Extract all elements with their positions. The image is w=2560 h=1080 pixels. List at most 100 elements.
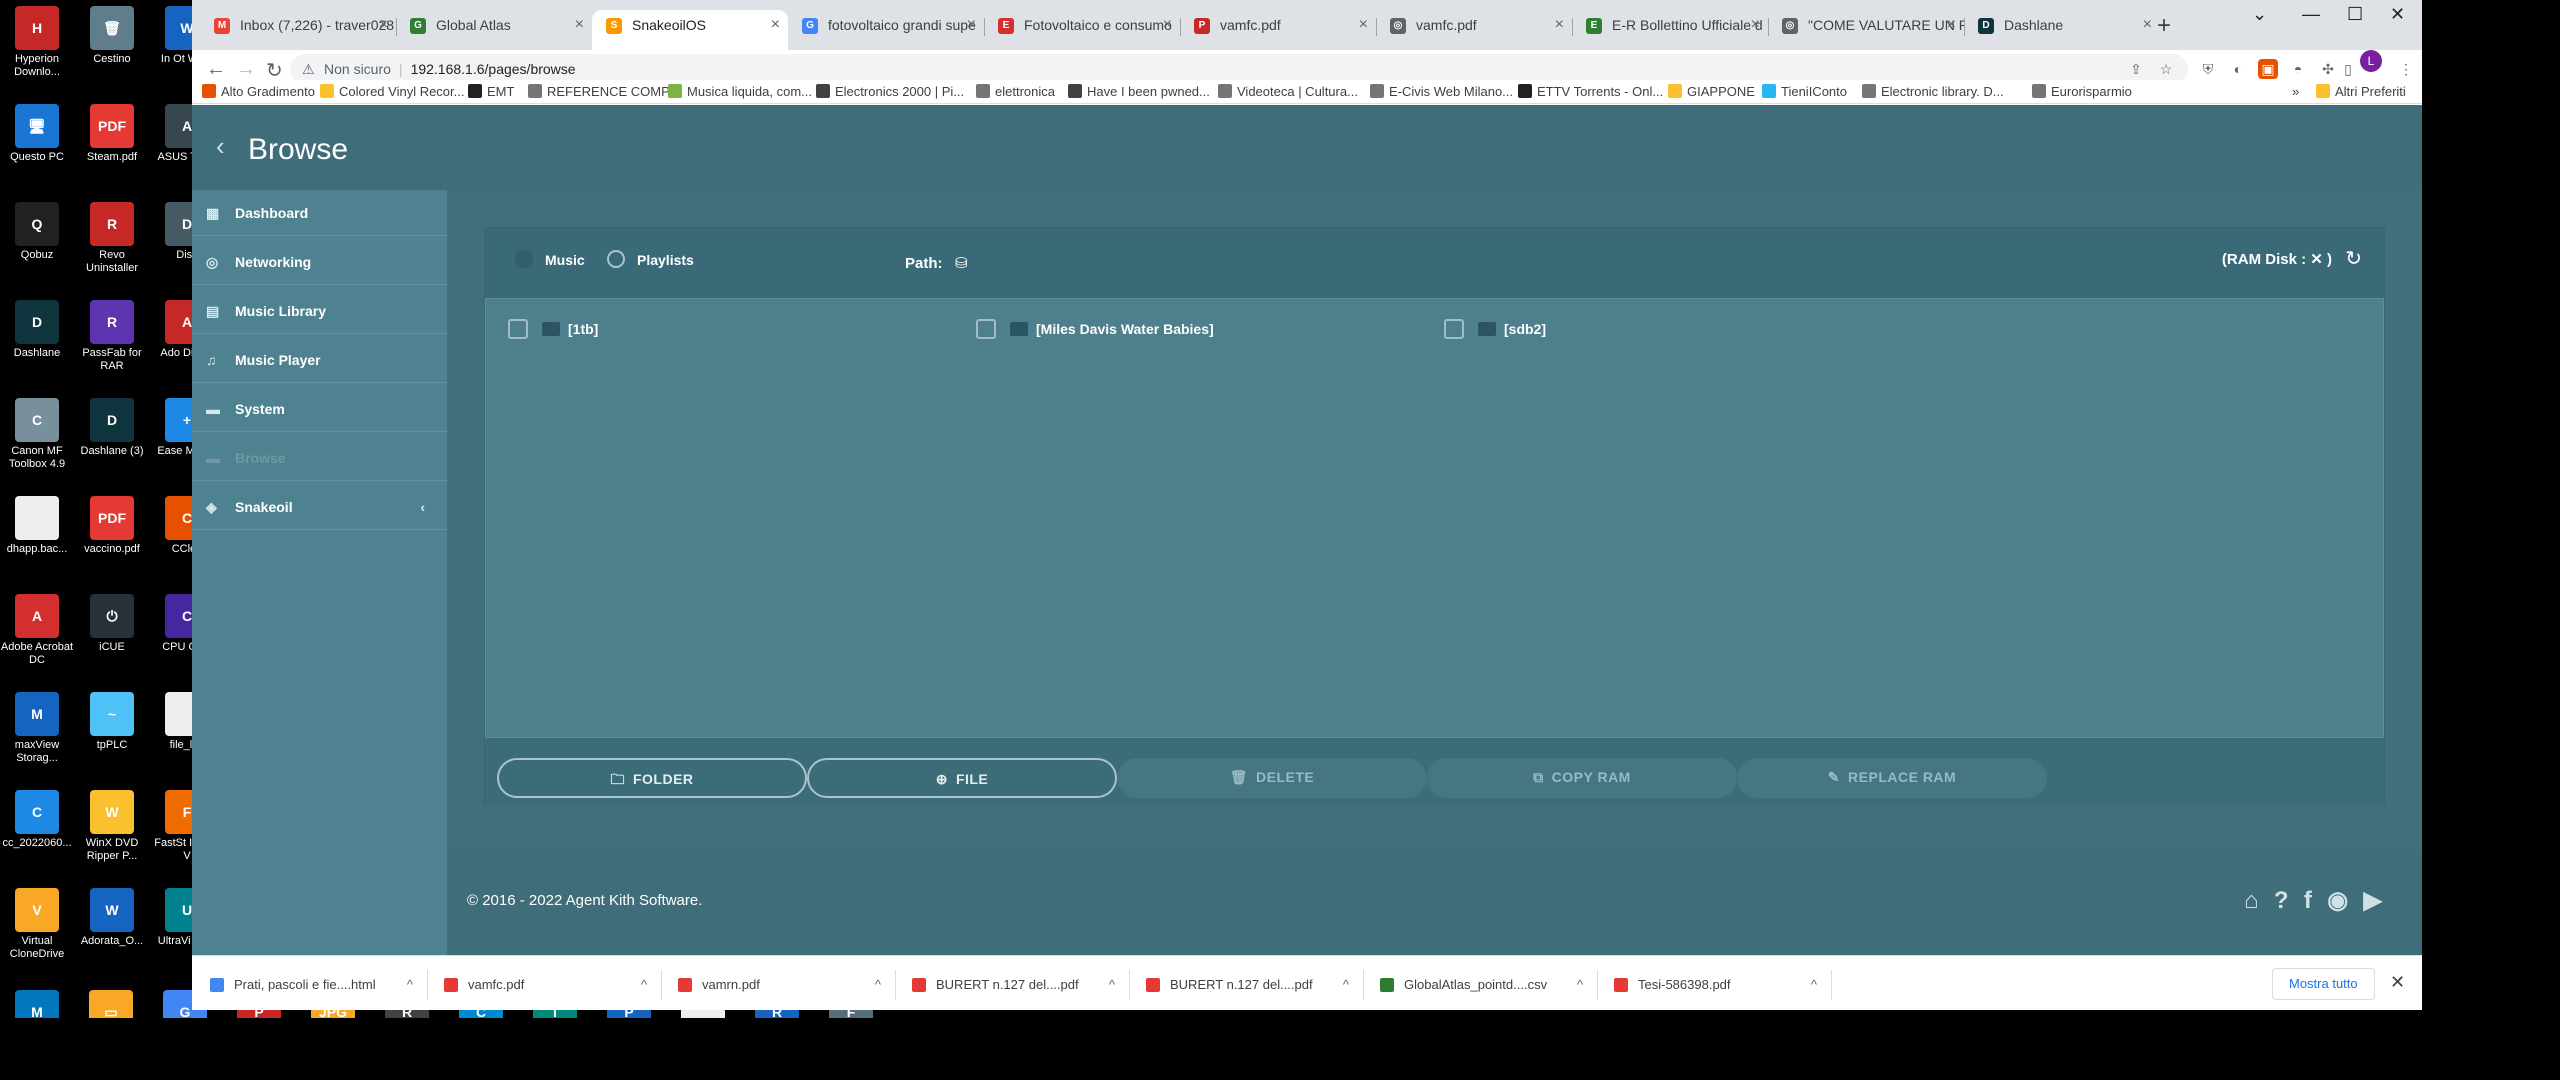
chevron-up-icon[interactable]: ^ [1109, 970, 1115, 1000]
close-tab-icon[interactable]: × [771, 10, 780, 40]
bookmark-item[interactable]: ETTV Torrents - Onl... [1518, 84, 1663, 99]
browser-tab[interactable]: E Fotovoltaico e consumo × [984, 10, 1180, 50]
tab-search-icon[interactable]: ⌄ [2252, 4, 2267, 25]
bookmark-item[interactable]: Colored Vinyl Recor... [320, 84, 465, 99]
bookmark-item[interactable]: GIAPPONE [1668, 84, 1755, 99]
desktop-icon[interactable]: W Adorata_O... [75, 888, 149, 948]
browser-tab[interactable]: ◎ "COME VALUTARE UN PI × [1768, 10, 1964, 50]
desktop-icon[interactable]: R Revo Uninstaller [75, 202, 149, 275]
sidebar-item-browse[interactable]: ▬ Browse [192, 435, 447, 481]
folder-checkbox[interactable] [508, 319, 528, 339]
bookmark-star-icon[interactable]: ☆ [2156, 59, 2176, 79]
desktop-icon[interactable]: ~ tpPLC [75, 692, 149, 752]
desktop-icon[interactable]: A Adobe Acrobat DC [0, 594, 74, 667]
browser-tab[interactable]: Gfotovoltaico grandi supe × [788, 10, 984, 50]
close-tab-icon[interactable]: × [1555, 10, 1564, 40]
music-radio-label[interactable]: Music [545, 252, 585, 268]
refresh-icon[interactable]: ↻ [2345, 246, 2362, 271]
download-item[interactable]: GlobalAtlas_pointd....csv ^ [1376, 970, 1598, 1000]
facebook-icon[interactable]: f [2304, 887, 2312, 915]
help-icon[interactable]: ? [2274, 887, 2289, 915]
chat-icon[interactable]: ◉ [2327, 886, 2348, 915]
chevron-up-icon[interactable]: ^ [875, 970, 881, 1000]
bookmark-item[interactable]: Have I been pwned... [1068, 84, 1210, 99]
desktop-icon[interactable]: MmaxView Storag... [0, 692, 74, 765]
download-item[interactable]: BURERT n.127 del....pdf ^ [908, 970, 1130, 1000]
extensions-puzzle-icon[interactable]: ✣ [2318, 59, 2338, 79]
bookmark-item[interactable]: Electronics 2000 | Pi... [816, 84, 964, 99]
chevron-up-icon[interactable]: ^ [1577, 970, 1583, 1000]
bookmark-item[interactable]: EMT [468, 84, 514, 99]
browser-tab[interactable]: G Global Atlas × [396, 10, 592, 50]
download-item[interactable]: Tesi-586398.pdf ^ [1610, 970, 1832, 1000]
extension-icon[interactable]: ⛨ [2198, 59, 2218, 79]
youtube-icon[interactable]: ▶ [2364, 886, 2382, 915]
folder-button[interactable]: 🗀 FOLDER [497, 758, 807, 798]
chevron-up-icon[interactable]: ^ [1343, 970, 1349, 1000]
browser-tab[interactable]: ◎ vamfc.pdf × [1376, 10, 1572, 50]
desktop-icon[interactable]: H Hyperion Downlo... [0, 6, 74, 79]
chevron-left-icon[interactable]: ‹ [420, 484, 425, 530]
music-radio[interactable] [515, 250, 533, 268]
other-bookmarks[interactable]: Altri Preferiti [2316, 84, 2406, 99]
chevron-up-icon[interactable]: ^ [407, 970, 413, 1000]
home-icon[interactable]: ⌂ [2244, 887, 2259, 915]
close-icon[interactable]: ✕ [2390, 972, 2405, 993]
maximize-button[interactable]: ☐ [2347, 4, 2363, 25]
folder-name[interactable]: [1tb] [568, 321, 598, 337]
close-tab-icon[interactable]: × [1947, 10, 1956, 40]
download-item[interactable]: vamfc.pdf ^ [440, 970, 662, 1000]
share-icon[interactable]: ⇪ [2126, 59, 2146, 79]
close-window-button[interactable]: ✕ [2390, 4, 2405, 25]
chevron-up-icon[interactable]: ^ [1811, 970, 1817, 1000]
bookmark-item[interactable]: TieniIConto [1762, 84, 1847, 99]
browser-tab[interactable]: D Dashlane × [1964, 10, 2160, 50]
show-all-downloads-button[interactable]: Mostra tutto [2272, 968, 2375, 1000]
bookmark-item[interactable]: E-Civis Web Milano... [1370, 84, 1513, 99]
close-tab-icon[interactable]: × [1163, 10, 1172, 40]
desktop-icon[interactable]: PDF Steam.pdf [75, 104, 149, 164]
browser-tab[interactable]: S SnakeoilOS × [592, 10, 788, 50]
bookmark-item[interactable]: Alto Gradimento [202, 84, 315, 99]
close-tab-icon[interactable]: × [379, 10, 388, 40]
download-item[interactable]: BURERT n.127 del....pdf ^ [1142, 970, 1364, 1000]
close-tab-icon[interactable]: × [575, 10, 584, 40]
bookmark-item[interactable]: REFERENCE COMP... [528, 84, 679, 99]
extension-icon[interactable]: ◓ [2288, 59, 2308, 79]
side-panel-icon[interactable]: ▯ [2338, 59, 2358, 79]
back-button[interactable]: ← [206, 58, 226, 81]
sidebar-item-networking[interactable]: ◎ Networking [192, 239, 447, 285]
sidebar-item-dashboard[interactable]: ▦ Dashboard [192, 190, 447, 236]
playlists-radio[interactable] [607, 250, 625, 268]
desktop-icon[interactable]: V Virtual CloneDrive [0, 888, 74, 961]
close-tab-icon[interactable]: × [2143, 10, 2152, 40]
folder-name[interactable]: [sdb2] [1504, 321, 1546, 337]
desktop-icon[interactable]: D Dashlane [0, 300, 74, 360]
chevron-up-icon[interactable]: ^ [641, 970, 647, 1000]
playlists-radio-label[interactable]: Playlists [637, 252, 694, 268]
sidebar-item-system[interactable]: ▬ System [192, 386, 447, 432]
minimize-button[interactable]: — [2302, 4, 2320, 25]
folder-checkbox[interactable] [1444, 319, 1464, 339]
profile-avatar[interactable]: L [2360, 50, 2382, 72]
extension-icon[interactable]: ◐ [2228, 59, 2248, 79]
bookmark-item[interactable]: Eurorisparmio [2032, 84, 2132, 99]
desktop-icon[interactable]: Ccc_2022060... [0, 790, 74, 850]
close-tab-icon[interactable]: × [1359, 10, 1368, 40]
close-tab-icon[interactable]: × [1751, 10, 1760, 40]
hard-drive-icon[interactable]: ⛁ [955, 254, 968, 272]
menu-kebab-icon[interactable]: ⋮ [2396, 59, 2416, 79]
file-button[interactable]: ⊕ FILE [807, 758, 1117, 798]
folder-name[interactable]: [Miles Davis Water Babies] [1036, 321, 1214, 337]
desktop-icon[interactable]: R PassFab for RAR [75, 300, 149, 373]
folder-checkbox[interactable] [976, 319, 996, 339]
bookmark-item[interactable]: elettronica [976, 84, 1055, 99]
bookmarks-more-button[interactable]: » [2292, 84, 2299, 99]
download-item[interactable]: vamrn.pdf ^ [674, 970, 896, 1000]
desktop-icon[interactable]: Q Qobuz [0, 202, 74, 262]
sidebar-item-music-library[interactable]: ▤ Music Library [192, 288, 447, 334]
close-tab-icon[interactable]: × [967, 10, 976, 40]
desktop-icon[interactable]: 🗑 Cestino [75, 6, 149, 66]
sidebar-item-snakeoil[interactable]: ◈ Snakeoil ‹ [192, 484, 447, 530]
bookmark-item[interactable]: Electronic library. D... [1862, 84, 2004, 99]
